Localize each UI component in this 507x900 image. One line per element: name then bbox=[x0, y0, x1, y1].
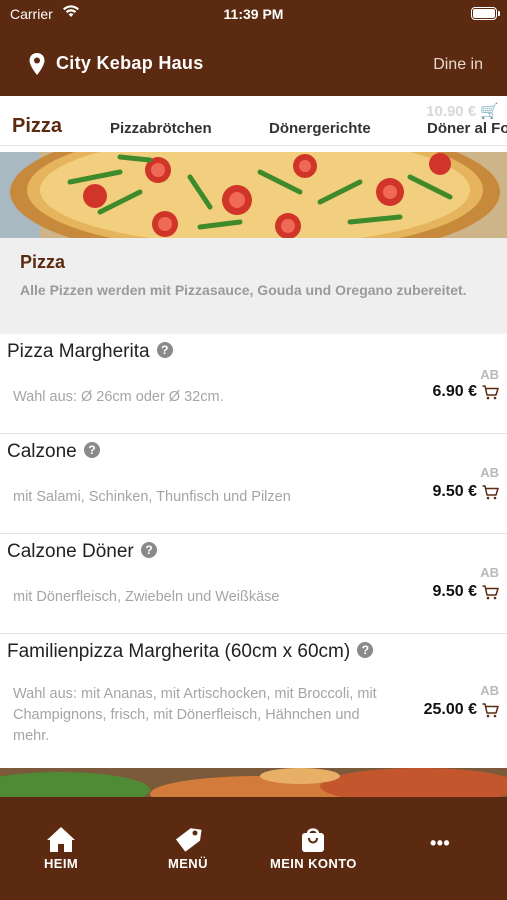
tag-icon bbox=[175, 828, 202, 852]
tab-menu-label: MENÜ bbox=[168, 856, 208, 871]
location-pin-icon[interactable] bbox=[28, 52, 46, 81]
price-prefix: AB bbox=[480, 465, 499, 480]
tab-account[interactable]: MEIN KONTO bbox=[270, 825, 357, 871]
help-icon[interactable]: ? bbox=[357, 642, 374, 658]
tab-pizza[interactable]: Pizza bbox=[12, 115, 62, 138]
tab-doenergerichte[interactable]: Dönergerichte bbox=[269, 120, 371, 137]
category-title: Pizza bbox=[20, 252, 66, 272]
tab-home-label: HEIM bbox=[44, 856, 79, 871]
item-name-row: Pizza Margherita ? bbox=[7, 341, 173, 363]
tab-more[interactable]: ••• bbox=[430, 833, 450, 854]
status-bar: Carrier 11:39 PM bbox=[0, 0, 507, 28]
menu-item[interactable]: Calzone ? mit Salami, Schinken, Thunfisc… bbox=[0, 434, 507, 534]
item-description: Wahl aus: Ø 26cm oder Ø 32cm. bbox=[13, 389, 224, 405]
item-name-row: Familienpizza Margherita (60cm x 60cm) ? bbox=[7, 641, 374, 663]
item-description: mit Dönerfleisch, Zwiebeln und Weißkäse bbox=[13, 589, 280, 605]
help-icon[interactable]: ? bbox=[156, 342, 173, 358]
item-price: 9.50 € bbox=[432, 483, 477, 500]
category-info: Pizza Alle Pizzen werden mit Pizzasauce,… bbox=[0, 238, 507, 334]
dine-in-toggle[interactable]: Dine in bbox=[433, 56, 483, 74]
tab-home[interactable]: HEIM bbox=[44, 825, 78, 871]
cart-icon[interactable] bbox=[482, 585, 499, 605]
shop-name[interactable]: City Kebap Haus bbox=[56, 53, 204, 74]
item-price: 25.00 € bbox=[423, 701, 477, 718]
help-icon[interactable]: ? bbox=[141, 542, 158, 558]
tab-doener-al-forno[interactable]: Döner al Fo bbox=[427, 120, 507, 137]
price-prefix: AB bbox=[480, 565, 499, 580]
cart-icon[interactable] bbox=[482, 385, 499, 405]
next-category-banner-image bbox=[0, 768, 507, 798]
tab-menu[interactable]: MENÜ bbox=[168, 825, 208, 871]
item-name: Calzone bbox=[7, 441, 77, 462]
shopping-bag-icon bbox=[302, 828, 325, 852]
item-description: mit Salami, Schinken, Thunfisch und Pilz… bbox=[13, 489, 291, 505]
menu-item[interactable]: Pizza Margherita ? Wahl aus: Ø 26cm oder… bbox=[0, 334, 507, 434]
item-name: Calzone Döner bbox=[7, 541, 134, 562]
help-icon[interactable]: ? bbox=[84, 442, 100, 458]
item-price: 9.50 € bbox=[432, 583, 477, 600]
bottom-tab-bar: HEIM MENÜ MEIN KONTO ••• bbox=[0, 797, 507, 900]
pizza-banner-image bbox=[0, 152, 507, 238]
item-name-row: Calzone ? bbox=[7, 441, 100, 463]
nav-bar: City Kebap Haus Dine in bbox=[0, 38, 507, 90]
status-time: 11:39 PM bbox=[223, 6, 284, 22]
item-price: 6.90 € bbox=[432, 383, 477, 400]
category-tabs: 10.90 € 🛒 Pizza Pizzabrötchen Dönergeric… bbox=[0, 96, 507, 146]
item-name: Familienpizza Margherita (60cm x 60cm) bbox=[7, 641, 351, 662]
menu-item[interactable]: Calzone Döner ? mit Dönerfleisch, Zwiebe… bbox=[0, 534, 507, 634]
battery-icon bbox=[471, 7, 500, 20]
cart-icon[interactable] bbox=[482, 703, 499, 723]
price-prefix: AB bbox=[480, 367, 499, 382]
menu-item[interactable]: Familienpizza Margherita (60cm x 60cm) ?… bbox=[0, 634, 507, 768]
home-icon bbox=[47, 827, 76, 852]
item-name: Pizza Margherita bbox=[7, 341, 150, 362]
category-description: Alle Pizzen werden mit Pizzasauce, Gouda… bbox=[20, 282, 467, 298]
item-name-row: Calzone Döner ? bbox=[7, 541, 158, 563]
tab-account-label: MEIN KONTO bbox=[270, 856, 357, 871]
more-icon: ••• bbox=[430, 833, 451, 853]
ghost-price: 10.90 € 🛒 bbox=[426, 103, 499, 120]
top-bar: Carrier 11:39 PM City Kebap Haus Dine in bbox=[0, 0, 507, 96]
price-prefix: AB bbox=[480, 683, 499, 698]
cart-icon[interactable] bbox=[482, 485, 499, 505]
tab-pizzabroetchen[interactable]: Pizzabrötchen bbox=[110, 120, 212, 137]
item-description: Wahl aus: mit Ananas, mit Artischocken, … bbox=[13, 686, 377, 744]
